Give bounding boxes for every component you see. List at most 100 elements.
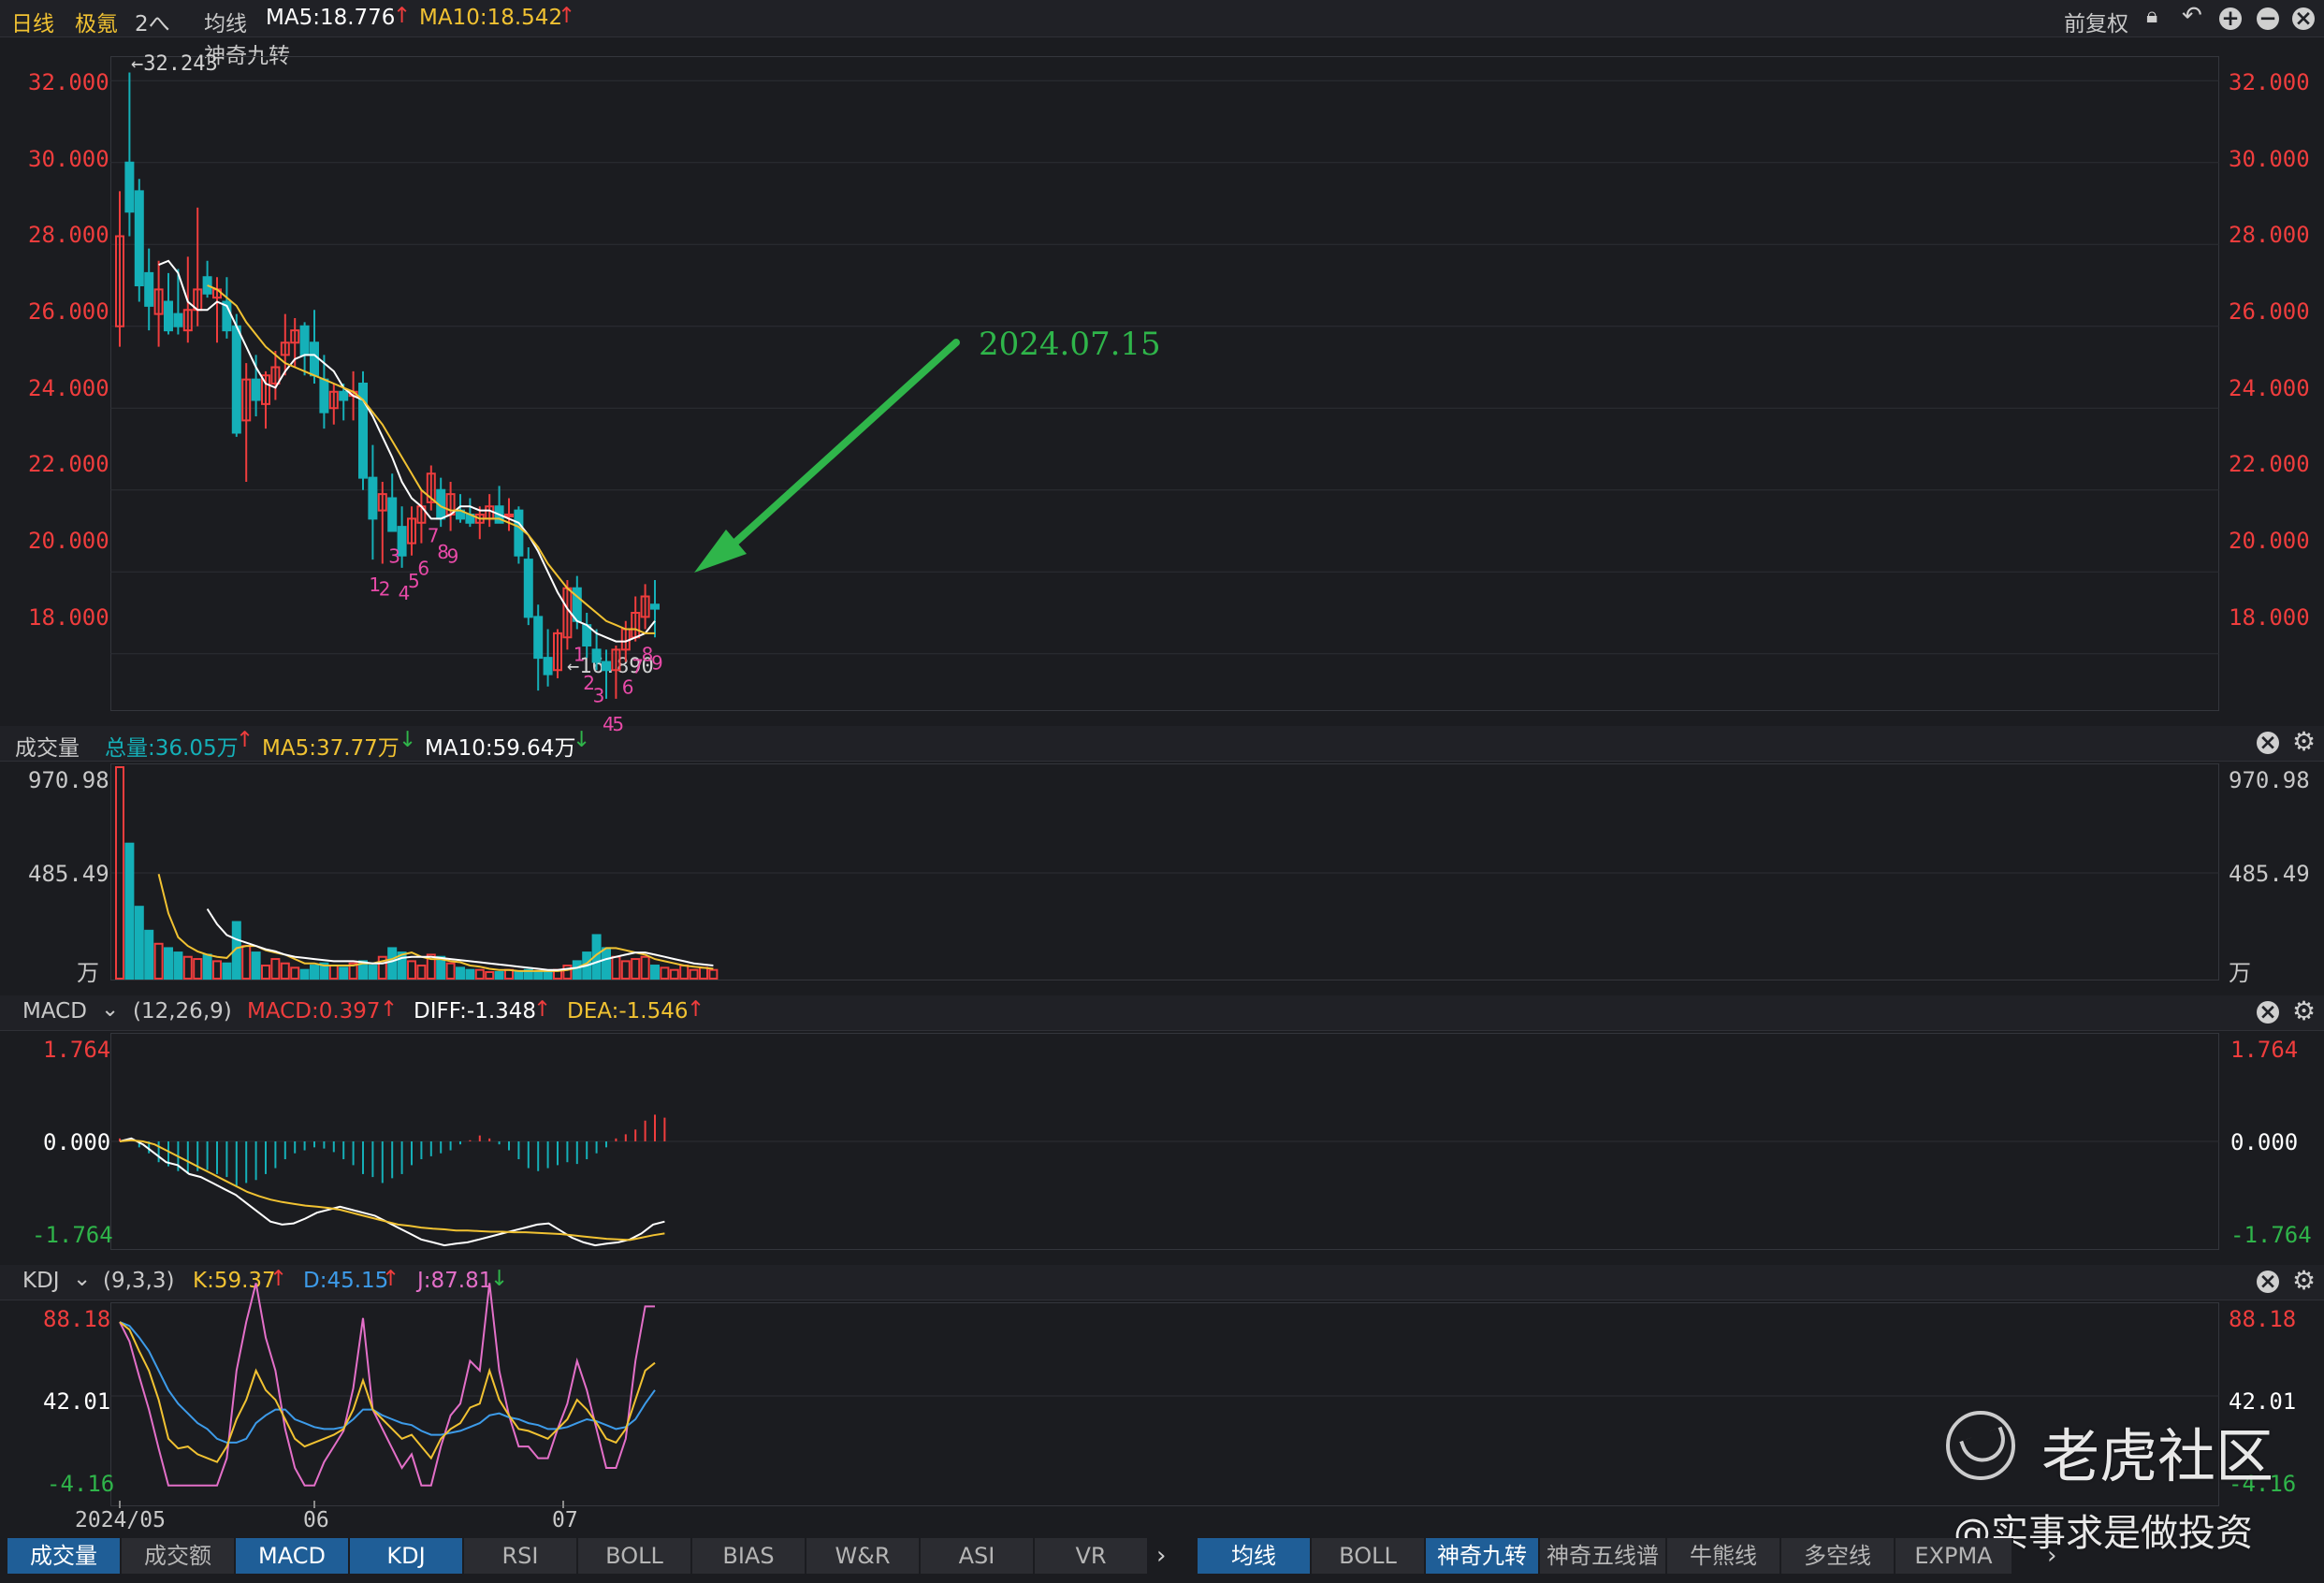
tiger-logo-icon [1946,1411,2015,1480]
volume-bar [416,965,427,980]
annotation-arrow-shaft [715,339,960,561]
volume-bar [474,968,485,980]
volume-bar [182,955,193,980]
candle-body [591,648,602,663]
tab-tabs_left-1[interactable]: 成交额 [122,1538,236,1574]
volume-bar [669,968,679,980]
volume-bar [572,960,582,980]
candle-body [650,603,660,610]
volume-bar [533,971,544,980]
candle-body [339,390,349,401]
volume-bar [241,945,252,980]
td-count-label: 6 [622,676,634,699]
volume-bar [193,958,203,980]
tabs-right-next-icon[interactable]: › [2047,1542,2056,1570]
tab-tabs_left-8[interactable]: ASI [921,1538,1035,1574]
tab-tabs_left-0[interactable]: 成交量 [7,1538,122,1574]
tab-tabs_right-0[interactable]: 均线 [1198,1538,1312,1574]
candle-body [514,509,524,557]
kdj-k-line [119,1321,656,1463]
td-count-label: 2 [379,578,391,601]
volume-bar [124,842,135,980]
candle-body [231,325,241,434]
candle-body [310,341,319,377]
volume-bar [261,965,270,980]
volume-bar [407,960,416,980]
volume-bar [202,953,212,980]
volume-bar [164,947,173,980]
candle-body [319,378,329,414]
volume-ma10-line [206,908,714,971]
volume-bar [514,971,524,980]
tabs-left-next-icon[interactable]: › [1156,1542,1166,1570]
td-count-label: 3 [593,684,605,706]
tab-tabs_right-6[interactable]: EXPMA [1896,1538,2013,1574]
volume-bar [660,966,670,980]
volume-bar [387,947,398,980]
tab-tabs_left-5[interactable]: BOLL [578,1538,692,1574]
volume-bar [650,965,660,980]
td-count-label: 3 [388,545,400,568]
volume-bar [689,968,699,980]
volume-bar [640,955,650,980]
candle-body [251,378,261,401]
ma10-line [207,284,655,634]
tab-tabs_left-2[interactable]: MACD [236,1538,350,1574]
volume-bar [445,962,456,980]
td-count-label: 1 [574,644,586,666]
volume-bar [494,971,504,980]
tab-tabs_right-4[interactable]: 牛熊线 [1667,1538,1781,1574]
volume-bar [299,968,310,980]
volume-bar [368,965,378,980]
volume-bar [485,971,495,980]
candle-body [299,325,310,356]
volume-bar [310,965,319,980]
volume-bar [251,951,261,980]
td-count-label: 6 [417,558,429,580]
candle-body [543,657,553,675]
candle-body [144,271,154,307]
volume-bar [465,968,475,980]
volume-bar [679,965,690,980]
td-count-label: 9 [447,545,459,568]
volume-bar [144,929,154,980]
tab-tabs_right-1[interactable]: BOLL [1312,1538,1426,1574]
volume-bar [280,962,290,980]
candle-body [533,616,544,660]
indicator-tabs-left: 成交量 成交额 MACD KDJ RSI BOLL BIAS W&R ASI VR [7,1538,1149,1576]
candle-body [368,476,378,520]
tab-tabs_right-2[interactable]: 神奇九转 [1426,1538,1540,1574]
tab-tabs_left-4[interactable]: RSI [464,1538,578,1574]
td-count-label: 9 [651,651,663,674]
tab-tabs_left-6[interactable]: BIAS [692,1538,806,1574]
candle-body [387,497,398,532]
volume-bar [339,966,349,980]
volume-bar [456,966,465,980]
candle-body [602,661,611,672]
volume-bar [270,958,281,980]
watermark-brand: 老虎社区 [2041,1422,2274,1490]
tab-tabs_left-9[interactable]: VR [1035,1538,1149,1574]
volume-bar [222,962,232,980]
indicator-tabs-right: 均线 BOLL 神奇九转 神奇五线谱 牛熊线 多空线 EXPMA [1198,1538,2013,1576]
tab-tabs_left-3[interactable]: KDJ [350,1538,464,1574]
volume-bar [153,942,164,980]
volume-bar [620,960,631,980]
tab-tabs_left-7[interactable]: W&R [806,1538,921,1574]
tab-tabs_right-3[interactable]: 神奇五线谱 [1540,1538,1667,1574]
candle-body [134,190,144,286]
volume-bar [134,906,144,980]
volume-bar [611,955,621,980]
volume-bar [602,947,611,980]
volume-bar [699,966,708,980]
candle-body [164,300,173,332]
volume-bar [562,965,573,980]
volume-bar [631,958,641,980]
volume-bar [328,965,339,980]
volume-bar [504,968,514,980]
chart-canvas: 123456789123456789 [110,72,2219,1508]
tab-tabs_right-5[interactable]: 多空线 [1781,1538,1896,1574]
volume-bar [173,951,183,980]
volume-bar [543,971,553,980]
volume-bar [212,960,222,980]
